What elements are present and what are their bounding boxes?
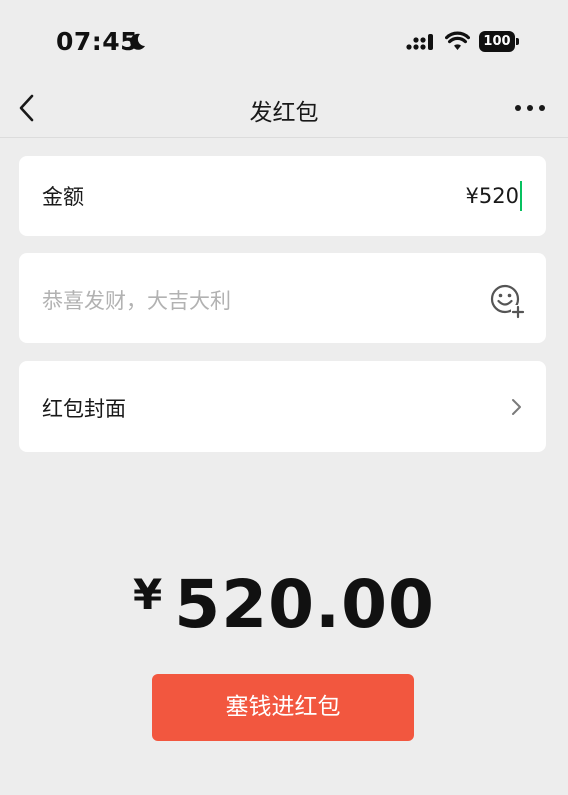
wifi-icon — [445, 31, 470, 50]
page-title: 发红包 — [249, 100, 319, 126]
total-value: 520.00 — [174, 566, 435, 643]
cellular-signal-icon — [406, 34, 433, 50]
emoji-plus-icon[interactable] — [489, 283, 525, 319]
submit-button[interactable]: 塞钱进红包 — [152, 674, 414, 741]
amount-value: ¥520 — [465, 184, 519, 208]
cover-label: 红包封面 — [42, 397, 126, 421]
nav-bar: 发红包 — [0, 80, 568, 138]
total-amount: ¥520.00 — [0, 566, 568, 643]
amount-input[interactable]: ¥520 — [466, 181, 522, 211]
status-bar: 07:45 100 — [0, 0, 568, 80]
status-time: 07:45 — [56, 27, 139, 56]
battery-icon: 100 — [479, 31, 519, 52]
moon-icon — [130, 33, 145, 50]
total-currency: ¥ — [133, 570, 163, 619]
text-caret — [520, 181, 522, 211]
greeting-input[interactable]: 恭喜发财，大吉大利 — [42, 285, 462, 315]
amount-card: 金额 ¥520 — [19, 156, 546, 236]
amount-label: 金额 — [42, 185, 84, 209]
battery-level: 100 — [483, 34, 511, 49]
greeting-card: 恭喜发财，大吉大利 — [19, 253, 546, 343]
red-packet-cover-row[interactable]: 红包封面 — [19, 361, 546, 452]
more-dots-icon[interactable] — [510, 98, 550, 118]
chevron-right-icon — [512, 399, 521, 415]
